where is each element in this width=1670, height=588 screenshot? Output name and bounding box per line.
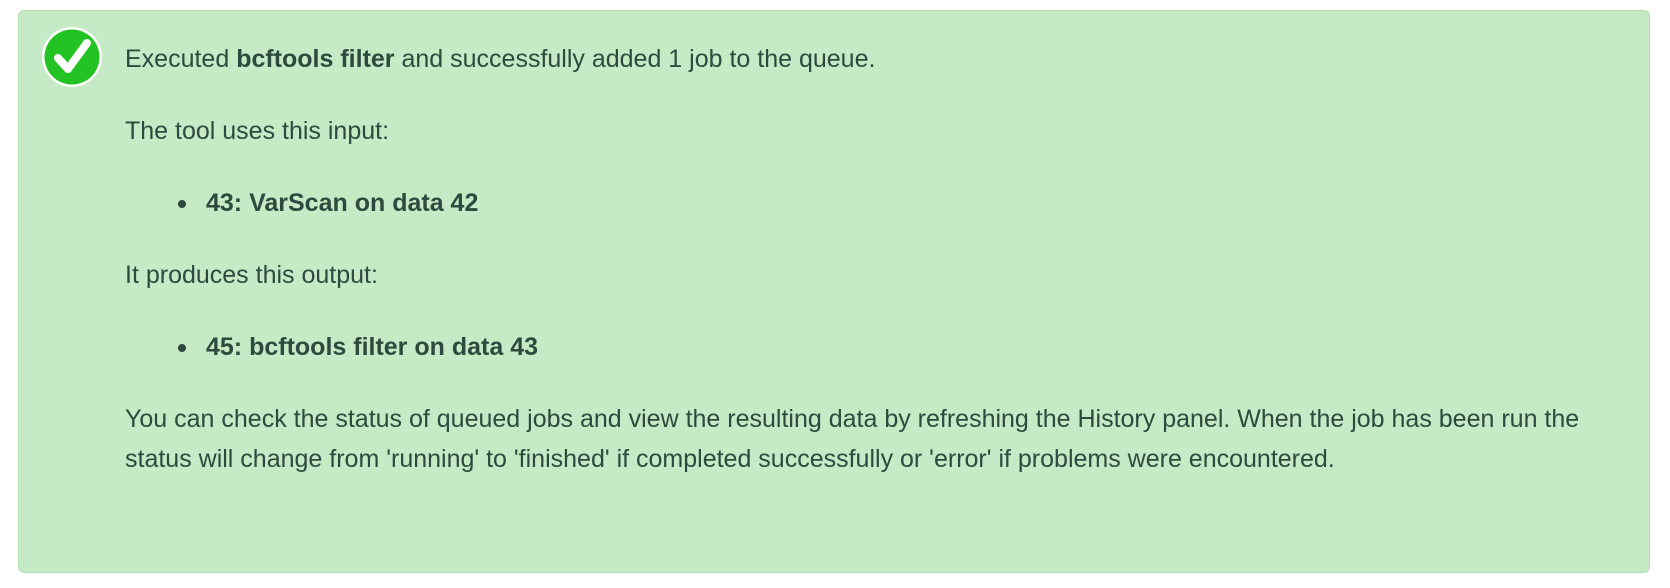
- outputs-heading: It produces this output:: [125, 261, 378, 289]
- inputs-heading: The tool uses this input:: [125, 117, 390, 145]
- tool-name: bcftools filter: [236, 45, 395, 73]
- alert-intro: Executed bcftools filter and successfull…: [125, 39, 1605, 79]
- inputs-list: 43: VarScan on data 42: [125, 183, 1605, 223]
- input-item: 43: VarScan on data 42: [178, 183, 1605, 223]
- output-item-label: 45: bcftools filter on data 43: [206, 333, 539, 361]
- check-circle-icon: [42, 27, 102, 87]
- bullet-icon: [178, 344, 186, 352]
- success-alert: Executed bcftools filter and successfull…: [18, 10, 1650, 573]
- output-item: 45: bcftools filter on data 43: [178, 327, 1605, 367]
- status-help-text: You can check the status of queued jobs …: [125, 405, 1580, 473]
- input-item-label: 43: VarScan on data 42: [206, 189, 479, 217]
- outputs-list: 45: bcftools filter on data 43: [125, 327, 1605, 367]
- intro-prefix: Executed: [125, 45, 237, 73]
- bullet-icon: [178, 200, 186, 208]
- alert-message: Executed bcftools filter and successfull…: [125, 39, 1605, 479]
- intro-suffix: and successfully added 1 job to the queu…: [394, 45, 876, 73]
